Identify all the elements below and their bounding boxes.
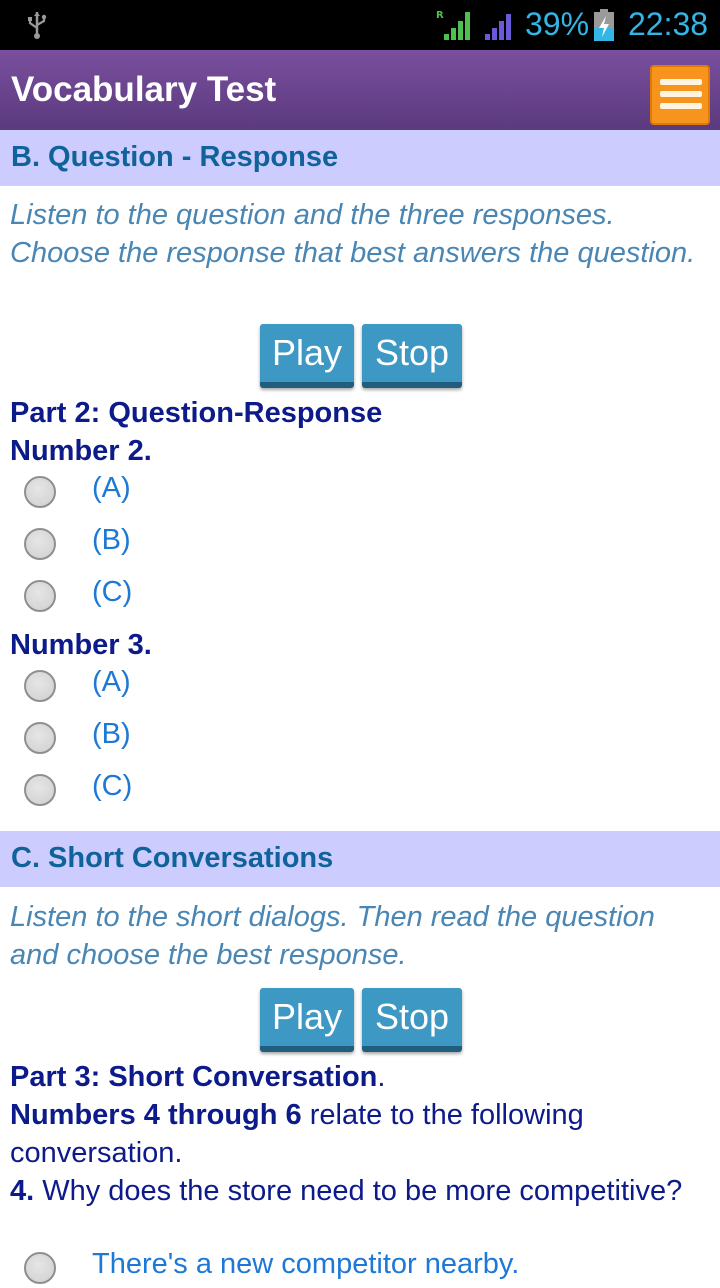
option-label: (A): [92, 666, 131, 698]
svg-text:R: R: [436, 10, 444, 21]
menu-icon-bar: [660, 103, 702, 109]
section-c-instructions: Listen to the short dialogs. Then read t…: [10, 901, 655, 971]
question-4: 4. Why does the store need to be more co…: [10, 1172, 710, 1210]
option-label: (C): [92, 576, 133, 608]
menu-icon-bar: [660, 91, 702, 97]
part-3-title: Part 3: Short Conversation.: [10, 1058, 710, 1096]
question-4-text: Why does the store need to be more compe…: [34, 1175, 683, 1207]
battery-percent: 39%: [525, 6, 590, 42]
menu-icon: [660, 79, 702, 85]
question-4-number: 4.: [10, 1175, 35, 1207]
section-b-header: B. Question - Response: [0, 130, 720, 186]
part-2-title: Part 2: Question-Response: [10, 397, 383, 429]
radio-button[interactable]: [24, 774, 56, 806]
numbers-note: Numbers 4 through 6 relate to the follow…: [10, 1096, 710, 1172]
usb-icon: [28, 12, 47, 39]
section-b-audio-controls: Play Stop: [260, 324, 462, 388]
section-b-title: B. Question - Response: [11, 141, 339, 173]
part-3-title-suffix: .: [377, 1061, 386, 1093]
option-label: (C): [92, 770, 133, 802]
option-label: There's a new competitor nearby.: [92, 1248, 520, 1280]
option-label: (B): [92, 524, 131, 556]
radio-button[interactable]: [24, 670, 56, 702]
radio-button[interactable]: [24, 1252, 56, 1284]
section-c-header: C. Short Conversations: [0, 831, 720, 887]
signal-roaming-icon: R: [436, 10, 470, 40]
radio-button[interactable]: [24, 722, 56, 754]
battery-charging-icon: [594, 9, 614, 41]
radio-button[interactable]: [24, 476, 56, 508]
option-label: (A): [92, 472, 131, 504]
clock: 22:38: [628, 6, 709, 42]
question-number-3: Number 3.: [10, 629, 152, 661]
signal-icon: [485, 14, 511, 40]
play-button[interactable]: Play: [260, 324, 354, 388]
option-label: (B): [92, 718, 131, 750]
menu-button[interactable]: [650, 65, 710, 125]
app-title: Vocabulary Test: [11, 70, 277, 109]
action-bar: Vocabulary Test: [0, 50, 720, 130]
play-button[interactable]: Play: [260, 988, 354, 1052]
section-b-instructions: Listen to the question and the three res…: [10, 199, 696, 269]
section-c-audio-controls: Play Stop: [260, 988, 462, 1052]
question-number-2: Number 2.: [10, 435, 152, 467]
radio-button[interactable]: [24, 580, 56, 612]
radio-button[interactable]: [24, 528, 56, 560]
part-3-title-text: Part 3: Short Conversation: [10, 1061, 378, 1093]
numbers-range: Numbers 4 through 6: [10, 1099, 302, 1131]
status-bar: R 39% 22:38: [0, 0, 720, 50]
stop-button[interactable]: Stop: [362, 988, 462, 1052]
section-c-title: C. Short Conversations: [11, 842, 334, 874]
stop-button[interactable]: Stop: [362, 324, 462, 388]
